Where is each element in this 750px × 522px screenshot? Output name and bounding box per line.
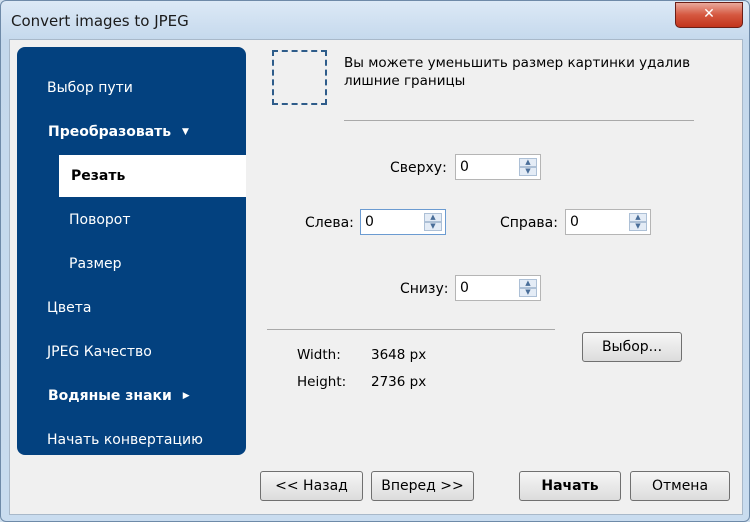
spin-arrows: ▲ ▼ <box>519 158 537 176</box>
title-bar: Convert images to JPEG ✕ <box>1 1 749 39</box>
left-label: Слева: <box>305 215 354 231</box>
height-value: 2736 px <box>371 374 427 390</box>
sidebar-item-label: Размер <box>69 256 122 272</box>
sidebar-item-rotate[interactable]: Поворот <box>17 199 246 241</box>
height-label: Height: <box>297 374 347 390</box>
width-value: 3648 px <box>371 347 427 363</box>
sidebar-item-jpeg-quality[interactable]: JPEG Качество <box>17 331 246 373</box>
sidebar-item-start-conversion[interactable]: Начать конвертацию <box>17 419 246 455</box>
select-button[interactable]: Выбор... <box>582 332 682 362</box>
window-title: Convert images to JPEG <box>11 12 189 30</box>
sidebar: Выбор пути Преобразовать ▼ Резать Поворо… <box>17 47 246 455</box>
spin-up-icon[interactable]: ▲ <box>629 213 647 222</box>
left-spinbox[interactable]: 0 ▲ ▼ <box>360 209 446 235</box>
crop-frame-icon <box>272 50 327 105</box>
sidebar-item-colors[interactable]: Цвета <box>17 287 246 329</box>
start-button[interactable]: Начать <box>519 471 621 501</box>
spin-arrows: ▲ ▼ <box>519 279 537 297</box>
sidebar-item-resize[interactable]: Размер <box>17 243 246 285</box>
sidebar-item-watermarks[interactable]: Водяные знаки ▶ <box>17 375 246 417</box>
bottom-value: 0 <box>460 280 469 296</box>
spin-down-icon[interactable]: ▼ <box>519 167 537 176</box>
spin-arrows: ▲ ▼ <box>629 213 647 231</box>
triangle-right-icon: ▶ <box>182 391 190 401</box>
client-area: Выбор пути Преобразовать ▼ Резать Поворо… <box>9 39 743 515</box>
spin-arrows: ▲ ▼ <box>424 213 442 231</box>
sidebar-item-label: Резать <box>71 168 126 184</box>
divider <box>267 329 555 330</box>
spin-down-icon[interactable]: ▼ <box>519 288 537 297</box>
triangle-down-icon: ▼ <box>182 127 189 137</box>
spin-up-icon[interactable]: ▲ <box>519 158 537 167</box>
next-button[interactable]: Вперед >> <box>371 471 474 501</box>
sidebar-item-transform[interactable]: Преобразовать ▼ <box>17 111 246 153</box>
sidebar-item-label: Поворот <box>69 212 131 228</box>
sidebar-item-crop[interactable]: Резать <box>59 155 246 197</box>
cancel-button[interactable]: Отмена <box>630 471 730 501</box>
top-value: 0 <box>460 159 469 175</box>
right-value: 0 <box>570 214 579 230</box>
bottom-spinbox[interactable]: 0 ▲ ▼ <box>455 275 541 301</box>
spin-up-icon[interactable]: ▲ <box>519 279 537 288</box>
sidebar-item-label: Выбор пути <box>47 80 133 96</box>
right-spinbox[interactable]: 0 ▲ ▼ <box>565 209 651 235</box>
spin-down-icon[interactable]: ▼ <box>629 222 647 231</box>
crop-panel: Вы можете уменьшить размер картинки удал… <box>260 40 740 480</box>
divider <box>344 120 694 121</box>
dialog-window: Convert images to JPEG ✕ Выбор пути Прео… <box>0 0 750 522</box>
sidebar-item-label: Начать конвертацию <box>47 432 203 448</box>
back-button[interactable]: << Назад <box>260 471 363 501</box>
sidebar-item-path[interactable]: Выбор пути <box>17 67 246 109</box>
top-label: Сверху: <box>390 160 447 176</box>
width-label: Width: <box>297 347 341 363</box>
crop-hint: Вы можете уменьшить размер картинки удал… <box>344 55 691 89</box>
left-value: 0 <box>365 214 374 230</box>
sidebar-item-label: JPEG Качество <box>47 344 152 360</box>
right-label: Справа: <box>500 215 558 231</box>
top-spinbox[interactable]: 0 ▲ ▼ <box>455 154 541 180</box>
sidebar-item-label: Преобразовать <box>48 124 172 140</box>
bottom-label: Снизу: <box>400 281 449 297</box>
close-button[interactable]: ✕ <box>675 2 743 28</box>
sidebar-item-label: Цвета <box>47 300 92 316</box>
sidebar-item-label: Водяные знаки <box>48 388 172 404</box>
spin-down-icon[interactable]: ▼ <box>424 222 442 231</box>
spin-up-icon[interactable]: ▲ <box>424 213 442 222</box>
